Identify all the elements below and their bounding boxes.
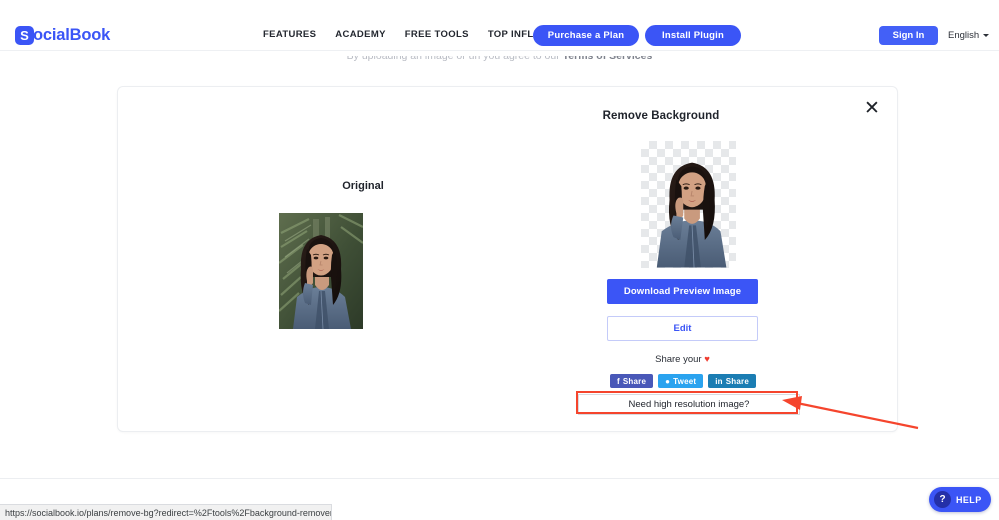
site-header: S ocialBook FEATURES ACADEMY FREE TOOLS … [0,0,999,51]
share-prompt-text: Share your [655,354,702,365]
result-image-transparent [641,141,736,268]
language-label: English [948,30,980,41]
facebook-icon: f [617,376,620,386]
share-linkedin-button[interactable]: in Share [708,374,756,388]
cutout-portrait-icon [656,162,727,268]
share-prompt: Share your ♥ [607,354,758,365]
original-portrait-icon [279,213,363,329]
language-selector[interactable]: English [948,30,990,41]
share-facebook-button[interactable]: f Share [610,374,654,388]
question-mark-icon: ? [934,491,951,508]
install-plugin-button[interactable]: Install Plugin [645,25,741,46]
brand-name: ocialBook [33,26,111,44]
purchase-a-plan-button[interactable]: Purchase a Plan [533,25,639,46]
brand-logo[interactable]: S ocialBook [15,26,110,45]
modal-title: Remove Background [602,110,720,122]
share-facebook-label: Share [622,376,647,386]
nav-item-academy[interactable]: ACADEMY [335,29,385,40]
remove-background-modal: ✕ Remove Background Original Download Pr… [117,86,898,432]
heart-icon: ♥ [704,354,710,365]
terms-of-services-link[interactable]: Terms of Services [563,56,653,62]
close-icon[interactable]: ✕ [863,99,881,118]
share-twitter-button[interactable]: ● Tweet [658,374,704,388]
share-buttons-row: f Share ● Tweet in Share [597,374,769,388]
share-twitter-label: Tweet [673,376,697,386]
nav-item-free-tools[interactable]: FREE TOOLS [405,29,469,40]
download-preview-image-button[interactable]: Download Preview Image [607,279,758,304]
terms-notice-text: By uploading an image or url you agree t… [346,50,563,62]
need-high-resolution-image-link[interactable]: Need high resolution image? [578,394,800,415]
terms-notice: By uploading an image or url you agree t… [0,50,999,62]
nav-item-features[interactable]: FEATURES [263,29,316,40]
twitter-icon: ● [665,376,671,386]
edit-button[interactable]: Edit [607,316,758,341]
help-button[interactable]: ? HELP [929,487,991,512]
chevron-down-icon [983,34,990,37]
original-image [279,213,363,329]
help-button-label: HELP [956,494,982,505]
share-linkedin-label: Share [725,376,749,386]
original-label: Original [342,180,384,192]
linkedin-icon: in [715,376,723,386]
page-root: By uploading an image or url you agree t… [0,0,999,520]
sign-in-button[interactable]: Sign In [879,26,938,45]
status-bar-url: https://socialbook.io/plans/remove-bg?re… [0,504,332,520]
brand-mark-icon: S [15,26,34,45]
